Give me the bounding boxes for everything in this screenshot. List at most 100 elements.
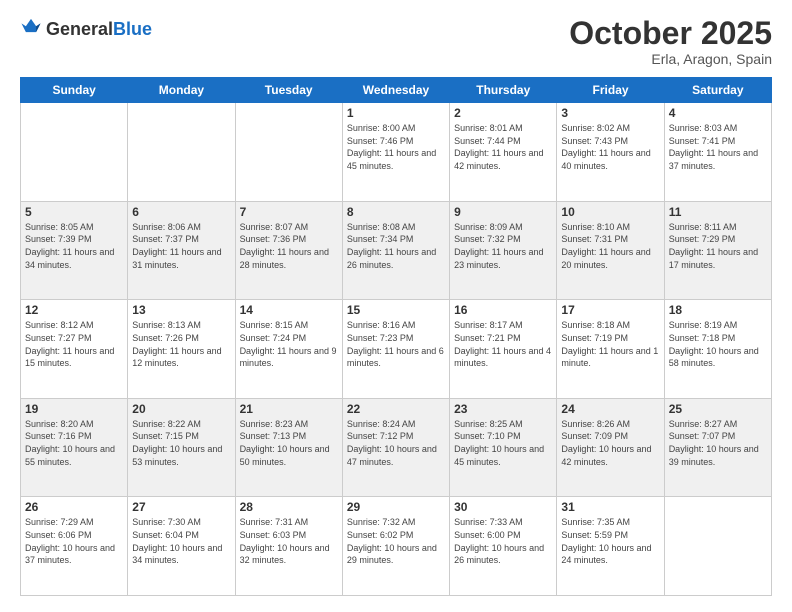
day-info: Sunrise: 8:12 AMSunset: 7:27 PMDaylight:… — [25, 319, 123, 369]
day-info: Sunrise: 8:11 AMSunset: 7:29 PMDaylight:… — [669, 221, 767, 271]
day-info: Sunrise: 8:26 AMSunset: 7:09 PMDaylight:… — [561, 418, 659, 468]
calendar-cell: 26 Sunrise: 7:29 AMSunset: 6:06 PMDayligh… — [21, 497, 128, 596]
logo: GeneralBlue — [20, 16, 152, 43]
day-number: 3 — [561, 106, 659, 120]
day-number: 11 — [669, 205, 767, 219]
calendar-cell: 11 Sunrise: 8:11 AMSunset: 7:29 PMDayligh… — [664, 201, 771, 300]
day-number: 1 — [347, 106, 445, 120]
logo-text: GeneralBlue — [46, 20, 152, 40]
calendar-cell: 19 Sunrise: 8:20 AMSunset: 7:16 PMDayligh… — [21, 398, 128, 497]
day-info: Sunrise: 7:32 AMSunset: 6:02 PMDaylight:… — [347, 516, 445, 566]
calendar-cell: 5 Sunrise: 8:05 AMSunset: 7:39 PMDaylight… — [21, 201, 128, 300]
calendar-cell — [235, 103, 342, 202]
day-info: Sunrise: 8:16 AMSunset: 7:23 PMDaylight:… — [347, 319, 445, 369]
day-info: Sunrise: 8:15 AMSunset: 7:24 PMDaylight:… — [240, 319, 338, 369]
calendar-week-row: 26 Sunrise: 7:29 AMSunset: 6:06 PMDayligh… — [21, 497, 772, 596]
day-number: 26 — [25, 500, 123, 514]
calendar-cell: 13 Sunrise: 8:13 AMSunset: 7:26 PMDayligh… — [128, 300, 235, 399]
calendar-cell: 3 Sunrise: 8:02 AMSunset: 7:43 PMDaylight… — [557, 103, 664, 202]
day-info: Sunrise: 7:31 AMSunset: 6:03 PMDaylight:… — [240, 516, 338, 566]
day-info: Sunrise: 8:24 AMSunset: 7:12 PMDaylight:… — [347, 418, 445, 468]
day-info: Sunrise: 7:29 AMSunset: 6:06 PMDaylight:… — [25, 516, 123, 566]
day-info: Sunrise: 8:22 AMSunset: 7:15 PMDaylight:… — [132, 418, 230, 468]
calendar-cell: 21Sunrise: 8:23 AMSunset: 7:13 PMDayligh… — [235, 398, 342, 497]
logo-icon — [20, 16, 42, 43]
day-number: 6 — [132, 205, 230, 219]
calendar-cell: 4 Sunrise: 8:03 AMSunset: 7:41 PMDaylight… — [664, 103, 771, 202]
calendar-cell: 9Sunrise: 8:09 AMSunset: 7:32 PMDaylight… — [450, 201, 557, 300]
day-info: Sunrise: 8:25 AMSunset: 7:10 PMDaylight:… — [454, 418, 552, 468]
day-info: Sunrise: 8:01 AMSunset: 7:44 PMDaylight:… — [454, 122, 552, 172]
calendar-cell: 28Sunrise: 7:31 AMSunset: 6:03 PMDayligh… — [235, 497, 342, 596]
location-title: Erla, Aragon, Spain — [569, 51, 772, 67]
calendar-cell: 6 Sunrise: 8:06 AMSunset: 7:37 PMDaylight… — [128, 201, 235, 300]
calendar-cell: 25 Sunrise: 8:27 AMSunset: 7:07 PMDayligh… — [664, 398, 771, 497]
calendar-cell: 1Sunrise: 8:00 AMSunset: 7:46 PMDaylight… — [342, 103, 449, 202]
day-number: 7 — [240, 205, 338, 219]
day-info: Sunrise: 8:02 AMSunset: 7:43 PMDaylight:… — [561, 122, 659, 172]
day-info: Sunrise: 8:13 AMSunset: 7:26 PMDaylight:… — [132, 319, 230, 369]
day-number: 22 — [347, 402, 445, 416]
day-info: Sunrise: 7:33 AMSunset: 6:00 PMDaylight:… — [454, 516, 552, 566]
calendar-cell: 2 Sunrise: 8:01 AMSunset: 7:44 PMDaylight… — [450, 103, 557, 202]
calendar-cell: 22 Sunrise: 8:24 AMSunset: 7:12 PMDayligh… — [342, 398, 449, 497]
day-number: 13 — [132, 303, 230, 317]
day-info: Sunrise: 8:19 AMSunset: 7:18 PMDaylight:… — [669, 319, 767, 369]
calendar-week-row: 5 Sunrise: 8:05 AMSunset: 7:39 PMDaylight… — [21, 201, 772, 300]
calendar-cell: 20 Sunrise: 8:22 AMSunset: 7:15 PMDayligh… — [128, 398, 235, 497]
day-info: Sunrise: 8:23 AMSunset: 7:13 PMDaylight:… — [240, 418, 338, 468]
header-thursday: Thursday — [450, 78, 557, 103]
calendar-cell: 24 Sunrise: 8:26 AMSunset: 7:09 PMDayligh… — [557, 398, 664, 497]
day-info: Sunrise: 8:18 AMSunset: 7:19 PMDaylight:… — [561, 319, 659, 369]
day-number: 29 — [347, 500, 445, 514]
day-number: 5 — [25, 205, 123, 219]
calendar-week-row: 12 Sunrise: 8:12 AMSunset: 7:27 PMDayligh… — [21, 300, 772, 399]
day-number: 2 — [454, 106, 552, 120]
calendar-cell: 27Sunrise: 7:30 AMSunset: 6:04 PMDayligh… — [128, 497, 235, 596]
day-number: 19 — [25, 402, 123, 416]
day-number: 15 — [347, 303, 445, 317]
day-info: Sunrise: 8:03 AMSunset: 7:41 PMDaylight:… — [669, 122, 767, 172]
calendar-cell: 31 Sunrise: 7:35 AMSunset: 5:59 PMDayligh… — [557, 497, 664, 596]
day-number: 23 — [454, 402, 552, 416]
weekday-header-row: Sunday Monday Tuesday Wednesday Thursday… — [21, 78, 772, 103]
day-info: Sunrise: 7:35 AMSunset: 5:59 PMDaylight:… — [561, 516, 659, 566]
calendar-week-row: 19 Sunrise: 8:20 AMSunset: 7:16 PMDayligh… — [21, 398, 772, 497]
day-number: 4 — [669, 106, 767, 120]
day-info: Sunrise: 8:17 AMSunset: 7:21 PMDaylight:… — [454, 319, 552, 369]
calendar-cell: 8 Sunrise: 8:08 AMSunset: 7:34 PMDaylight… — [342, 201, 449, 300]
day-info: Sunrise: 8:06 AMSunset: 7:37 PMDaylight:… — [132, 221, 230, 271]
day-info: Sunrise: 8:27 AMSunset: 7:07 PMDaylight:… — [669, 418, 767, 468]
calendar-week-row: 1Sunrise: 8:00 AMSunset: 7:46 PMDaylight… — [21, 103, 772, 202]
day-number: 24 — [561, 402, 659, 416]
calendar-cell — [128, 103, 235, 202]
header-sunday: Sunday — [21, 78, 128, 103]
calendar-cell: 12 Sunrise: 8:12 AMSunset: 7:27 PMDayligh… — [21, 300, 128, 399]
day-number: 8 — [347, 205, 445, 219]
page: GeneralBlue October 2025 Erla, Aragon, S… — [0, 0, 792, 612]
day-number: 12 — [25, 303, 123, 317]
day-number: 31 — [561, 500, 659, 514]
day-number: 25 — [669, 402, 767, 416]
day-number: 18 — [669, 303, 767, 317]
calendar-cell: 17Sunrise: 8:18 AMSunset: 7:19 PMDayligh… — [557, 300, 664, 399]
calendar-cell: 7 Sunrise: 8:07 AMSunset: 7:36 PMDaylight… — [235, 201, 342, 300]
day-info: Sunrise: 8:20 AMSunset: 7:16 PMDaylight:… — [25, 418, 123, 468]
calendar-cell: 10 Sunrise: 8:10 AMSunset: 7:31 PMDayligh… — [557, 201, 664, 300]
day-info: Sunrise: 8:08 AMSunset: 7:34 PMDaylight:… — [347, 221, 445, 271]
calendar-cell: 16Sunrise: 8:17 AMSunset: 7:21 PMDayligh… — [450, 300, 557, 399]
day-number: 14 — [240, 303, 338, 317]
day-info: Sunrise: 8:05 AMSunset: 7:39 PMDaylight:… — [25, 221, 123, 271]
day-number: 10 — [561, 205, 659, 219]
day-info: Sunrise: 8:10 AMSunset: 7:31 PMDaylight:… — [561, 221, 659, 271]
calendar-cell: 15 Sunrise: 8:16 AMSunset: 7:23 PMDayligh… — [342, 300, 449, 399]
header-friday: Friday — [557, 78, 664, 103]
header-tuesday: Tuesday — [235, 78, 342, 103]
calendar-cell — [21, 103, 128, 202]
calendar-cell: 30Sunrise: 7:33 AMSunset: 6:00 PMDayligh… — [450, 497, 557, 596]
day-info: Sunrise: 8:07 AMSunset: 7:36 PMDaylight:… — [240, 221, 338, 271]
calendar-table: Sunday Monday Tuesday Wednesday Thursday… — [20, 77, 772, 596]
header-wednesday: Wednesday — [342, 78, 449, 103]
day-info: Sunrise: 8:09 AMSunset: 7:32 PMDaylight:… — [454, 221, 552, 271]
day-number: 20 — [132, 402, 230, 416]
